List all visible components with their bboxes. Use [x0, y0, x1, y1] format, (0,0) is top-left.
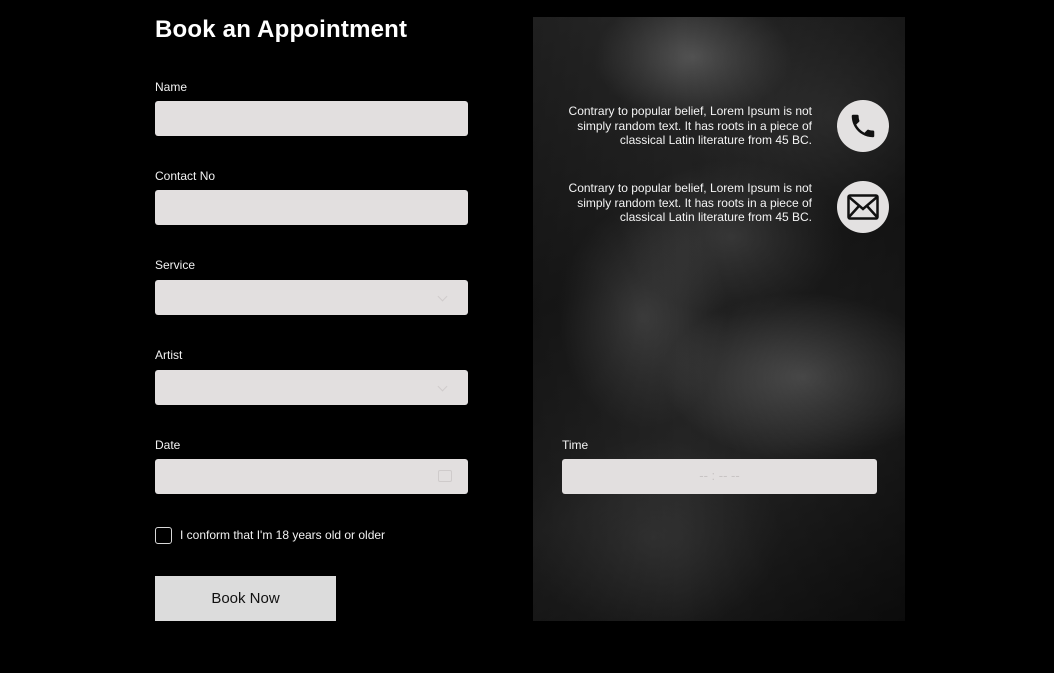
artist-select[interactable]: [155, 370, 468, 405]
contact-label: Contact No: [155, 169, 216, 183]
time-value: -- : -- --: [699, 468, 740, 483]
info-line: classical Latin literature from 45 BC.: [619, 133, 812, 147]
calendar-icon[interactable]: [438, 470, 452, 482]
artist-label: Artist: [155, 348, 183, 362]
booking-page: Book an Appointment Name Contact No Serv…: [0, 0, 1054, 673]
chevron-down-icon: [437, 291, 448, 302]
info-line: simply random text. It has roots in a pi…: [577, 195, 812, 210]
age-checkbox[interactable]: [155, 527, 172, 544]
phone-icon[interactable]: [837, 100, 889, 152]
info-line: simply random text. It has roots in a pi…: [577, 118, 812, 133]
info-line: Contrary to popular belief, Lorem Ipsum …: [568, 104, 812, 118]
info-line: Contrary to popular belief, Lorem Ipsum …: [568, 181, 812, 195]
service-select[interactable]: [155, 280, 468, 315]
page-title: Book an Appointment: [155, 16, 408, 43]
book-now-button[interactable]: Book Now: [155, 576, 336, 621]
contact-field[interactable]: [155, 190, 468, 225]
service-label: Service: [155, 258, 196, 272]
name-label: Name: [155, 80, 188, 94]
name-field[interactable]: [155, 101, 468, 136]
time-label: Time: [562, 438, 589, 452]
date-label: Date: [155, 438, 181, 452]
time-field[interactable]: -- : -- --: [562, 459, 877, 494]
phone-info-text: Contrary to popular belief, Lorem Ipsum …: [522, 104, 812, 148]
age-checkbox-label: I conform that I'm 18 years old or older: [180, 528, 386, 542]
envelope-icon[interactable]: [837, 181, 889, 233]
date-field[interactable]: [155, 459, 468, 494]
email-info-text: Contrary to popular belief, Lorem Ipsum …: [522, 181, 812, 225]
chevron-down-icon: [437, 381, 448, 392]
info-line: classical Latin literature from 45 BC.: [619, 210, 812, 224]
